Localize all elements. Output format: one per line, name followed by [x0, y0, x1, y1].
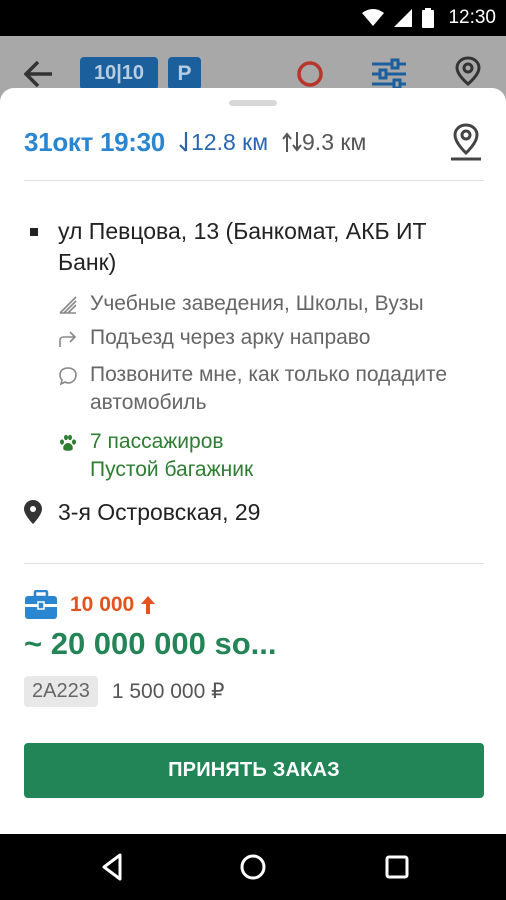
pickup-detail-comment: Позвоните мне, как только подадите автом… [58, 361, 488, 417]
trip-distance: 9.3 км [282, 129, 366, 156]
tariff-code: 2A223 [24, 676, 98, 707]
parking-badge[interactable]: P [168, 57, 201, 90]
order-sheet: 31окт 19:30 12.8 км 9.3 км ул Певцова, 1… [0, 88, 506, 834]
navigation-bar [0, 834, 506, 900]
order-extras: 7 пассажиров Пустой багажник [58, 428, 488, 484]
divider [24, 563, 484, 564]
wifi-icon [362, 9, 385, 26]
home-nav-icon[interactable] [238, 852, 268, 882]
order-datetime: 31окт 19:30 [24, 126, 165, 157]
pickup-detail-entrance: Подъезд через арку направо [58, 324, 488, 352]
pickup-detail-category: Учебные заведения, Школы, Вузы [58, 290, 488, 318]
map-pin-icon[interactable] [448, 122, 484, 162]
tariff-price: 1 500 000 ₽ [111, 680, 225, 703]
briefcase-icon [25, 590, 57, 619]
luggage-text: Пустой багажник [90, 458, 254, 481]
arrow-up-icon [141, 596, 156, 614]
bonus-row: 10 000 [24, 588, 156, 622]
down-arrow-icon [179, 132, 188, 152]
pickup-marker-icon [30, 228, 38, 236]
bonus-value: 10 000 [70, 593, 135, 616]
location-pin-icon[interactable] [452, 56, 484, 92]
pickup-address-text: ул Певцова, 13 (Банкомат, АКБ ИТ Банк) [58, 218, 427, 275]
pickup-detail-text: Учебные заведения, Школы, Вузы [90, 292, 424, 315]
destination-address: 3-я Островская, 29 [24, 496, 464, 528]
status-time: 12:30 [448, 7, 496, 28]
paw-icon [60, 434, 76, 451]
circle-icon[interactable] [296, 60, 324, 88]
route-icon [282, 132, 302, 152]
counter-badge[interactable]: 10|10 [80, 57, 158, 90]
status-bar: 12:30 [0, 0, 506, 36]
turn-right-icon [59, 331, 77, 347]
recents-nav-icon[interactable] [382, 852, 412, 882]
order-header: 31окт 19:30 12.8 км 9.3 км [24, 122, 484, 162]
drag-handle[interactable] [229, 100, 277, 106]
pickup-detail-text: Позвоните мне, как только подадите автом… [90, 363, 448, 414]
order-total: ~ 20 000 000 so... [24, 626, 277, 661]
back-arrow-icon[interactable] [24, 60, 54, 88]
distance-to-client: 12.8 км [177, 129, 268, 156]
passengers-text: 7 пассажиров [90, 430, 224, 453]
filter-icon[interactable] [372, 58, 406, 90]
landmark-icon [59, 296, 77, 314]
destination-pin-icon [24, 500, 42, 524]
tariff-row: 2A223 1 500 000 ₽ [24, 676, 224, 707]
pickup-address: ул Певцова, 13 (Банкомат, АКБ ИТ Банк) [24, 216, 464, 278]
pickup-detail-text: Подъезд через арку направо [90, 326, 371, 349]
comment-icon [59, 367, 77, 386]
distance-to-client-value: 12.8 км [190, 128, 269, 155]
divider [24, 180, 484, 181]
signal-icon [394, 9, 413, 27]
back-nav-icon[interactable] [98, 852, 128, 882]
destination-address-text: 3-я Островская, 29 [58, 499, 261, 525]
trip-distance-value: 9.3 км [302, 128, 367, 155]
battery-icon [422, 8, 435, 28]
accept-order-button[interactable]: ПРИНЯТЬ ЗАКАЗ [24, 743, 484, 798]
